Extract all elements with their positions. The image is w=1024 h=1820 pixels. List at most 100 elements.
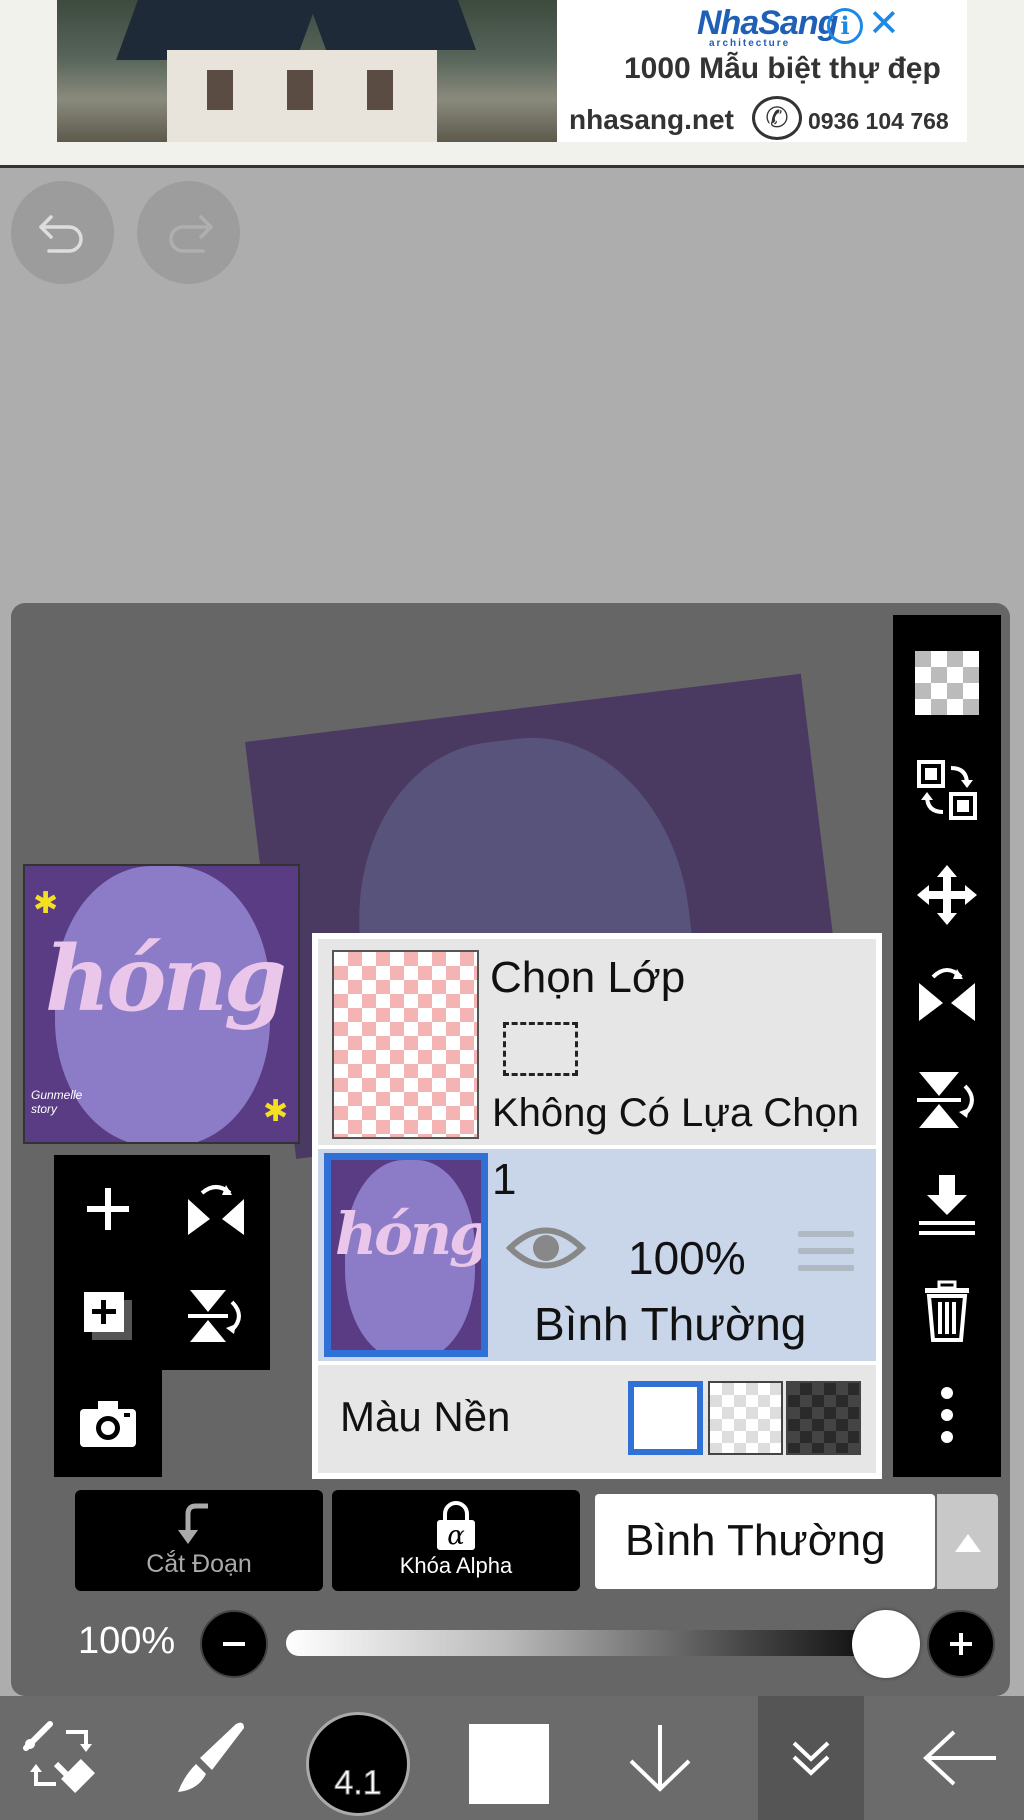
opacity-slider[interactable] xyxy=(286,1630,906,1656)
redo-button[interactable] xyxy=(137,181,240,284)
background-dark-checker-swatch[interactable] xyxy=(786,1381,861,1455)
flip-layer-v-icon xyxy=(188,1289,241,1342)
merge-down-button[interactable] xyxy=(893,1155,1001,1255)
layer-name: 1 xyxy=(492,1155,517,1204)
add-layer-icon xyxy=(87,1187,129,1230)
collapse-button[interactable] xyxy=(758,1696,864,1820)
brush-size-button[interactable]: 4.1 xyxy=(306,1712,410,1816)
more-icon xyxy=(941,1387,953,1443)
ad-info-icon[interactable]: i xyxy=(827,8,863,44)
plus-icon xyxy=(950,1633,972,1655)
add-layer-button[interactable] xyxy=(54,1155,162,1262)
background-white-swatch[interactable] xyxy=(628,1381,703,1455)
background-color-row: Màu Nền xyxy=(318,1365,876,1473)
back-button[interactable] xyxy=(915,1696,1005,1820)
thumbnail-signature: Gunmelle story xyxy=(31,1088,83,1116)
opacity-decrease-button[interactable] xyxy=(200,1610,268,1678)
layer-row[interactable]: hóng 1 100% Bình Thường xyxy=(318,1149,876,1361)
ad-roof xyxy=(307,0,477,50)
drag-handle-icon[interactable] xyxy=(798,1231,854,1277)
ad-phone: 0936 104 768 xyxy=(808,108,949,134)
blend-mode-value: Bình Thường xyxy=(625,1516,886,1565)
flip-layer-vertical-button[interactable] xyxy=(162,1262,270,1369)
star-icon: ✱ xyxy=(33,887,59,920)
transform-tool-button[interactable] xyxy=(18,1696,108,1820)
phone-icon: ✆ xyxy=(752,96,802,140)
ad-url: nhasang.net xyxy=(569,104,734,135)
arrow-down-button[interactable] xyxy=(620,1696,700,1820)
flip-layer-horizontal-button[interactable] xyxy=(162,1155,270,1262)
clipping-button[interactable]: Cắt Đoạn xyxy=(75,1490,323,1591)
alpha-lock-label: Khóa Alpha xyxy=(399,1553,513,1578)
ad-headline: 1000 Mẫu biệt thự đẹp xyxy=(624,52,941,85)
undo-button[interactable] xyxy=(11,181,114,284)
layer-list: Chọn Lớp Không Có Lựa Chọn hóng 1 100% B… xyxy=(312,933,882,1479)
visibility-toggle[interactable] xyxy=(505,1223,587,1278)
layer-tools xyxy=(54,1155,270,1370)
selection-layer-row[interactable]: Chọn Lớp Không Có Lựa Chọn xyxy=(318,939,876,1145)
eye-icon xyxy=(505,1227,587,1269)
layer-opacity: 100% xyxy=(628,1232,746,1284)
selection-layer-title: Chọn Lớp xyxy=(490,953,686,1002)
trash-icon xyxy=(925,1280,969,1342)
layer-blend-mode: Bình Thường xyxy=(534,1298,807,1350)
alpha-symbol: α xyxy=(447,1521,465,1551)
ad-window xyxy=(287,70,313,110)
star-icon: ✱ xyxy=(263,1095,289,1128)
collapse-icon xyxy=(792,1741,830,1776)
duplicate-layer-icon xyxy=(84,1291,132,1340)
camera-tools xyxy=(54,1370,162,1477)
ad-window xyxy=(367,70,393,110)
right-toolbar xyxy=(893,615,1001,1477)
duplicate-layer-button[interactable] xyxy=(54,1262,162,1369)
move-icon xyxy=(917,865,977,925)
blend-mode-select[interactable]: Bình Thường xyxy=(595,1494,935,1589)
copy-layer-icon xyxy=(917,760,977,820)
back-arrow-icon xyxy=(923,1730,996,1786)
layer-thumbnail-text: hóng xyxy=(335,1200,487,1268)
camera-icon xyxy=(80,1400,136,1447)
minus-icon xyxy=(223,1642,245,1646)
more-button[interactable] xyxy=(893,1365,1001,1465)
brush-size-value: 4.1 xyxy=(334,1764,382,1803)
layer-thumbnail: hóng xyxy=(324,1153,488,1357)
brush-tool-button[interactable] xyxy=(165,1696,255,1820)
copy-layer-button[interactable] xyxy=(893,740,1001,840)
clipping-label: Cắt Đoạn xyxy=(146,1550,252,1578)
camera-button[interactable] xyxy=(54,1370,162,1477)
ad-window xyxy=(207,70,233,110)
canvas-thumbnail[interactable]: hóng ✱ ✱ Gunmelle story xyxy=(23,864,300,1144)
selection-layer-thumbnail xyxy=(332,950,479,1139)
opacity-increase-button[interactable] xyxy=(927,1610,995,1678)
selection-status: Không Có Lựa Chọn xyxy=(492,1091,860,1135)
brush-icon xyxy=(178,1722,244,1792)
flip-vertical-button[interactable] xyxy=(893,1050,1001,1150)
transform-eraser-icon xyxy=(23,1721,95,1793)
color-swatch-button[interactable] xyxy=(469,1724,549,1804)
ad-house-photo xyxy=(57,0,557,142)
background-checker-swatch[interactable] xyxy=(708,1381,783,1455)
ad-close-icon[interactable]: ✕ xyxy=(868,4,900,44)
background-color-label: Màu Nền xyxy=(340,1393,511,1440)
ad-banner[interactable]: NhaSang architecture 1000 Mẫu biệt thự đ… xyxy=(0,0,1024,168)
selection-marquee-icon xyxy=(503,1022,578,1076)
flip-layer-h-icon xyxy=(188,1184,244,1235)
transparency-button[interactable] xyxy=(893,633,1001,733)
arrow-down-icon xyxy=(629,1725,691,1792)
ad-logo-subtitle: architecture xyxy=(709,38,791,49)
undo-icon xyxy=(39,215,83,253)
lock-icon: α xyxy=(437,1501,475,1551)
delete-layer-button[interactable] xyxy=(893,1260,1001,1360)
opacity-value: 100% xyxy=(78,1620,176,1662)
transparency-icon xyxy=(915,651,979,715)
move-button[interactable] xyxy=(893,845,1001,945)
alpha-lock-button[interactable]: α Khóa Alpha xyxy=(332,1490,580,1591)
merge-down-icon xyxy=(919,1175,975,1235)
flip-horizontal-button[interactable] xyxy=(893,945,1001,1045)
blend-mode-dropdown-button[interactable] xyxy=(937,1494,998,1589)
opacity-slider-handle[interactable] xyxy=(852,1610,920,1678)
flip-horizontal-icon xyxy=(919,968,975,1021)
redo-icon xyxy=(169,215,213,253)
flip-vertical-icon xyxy=(917,1072,974,1128)
clipping-icon xyxy=(178,1503,208,1544)
